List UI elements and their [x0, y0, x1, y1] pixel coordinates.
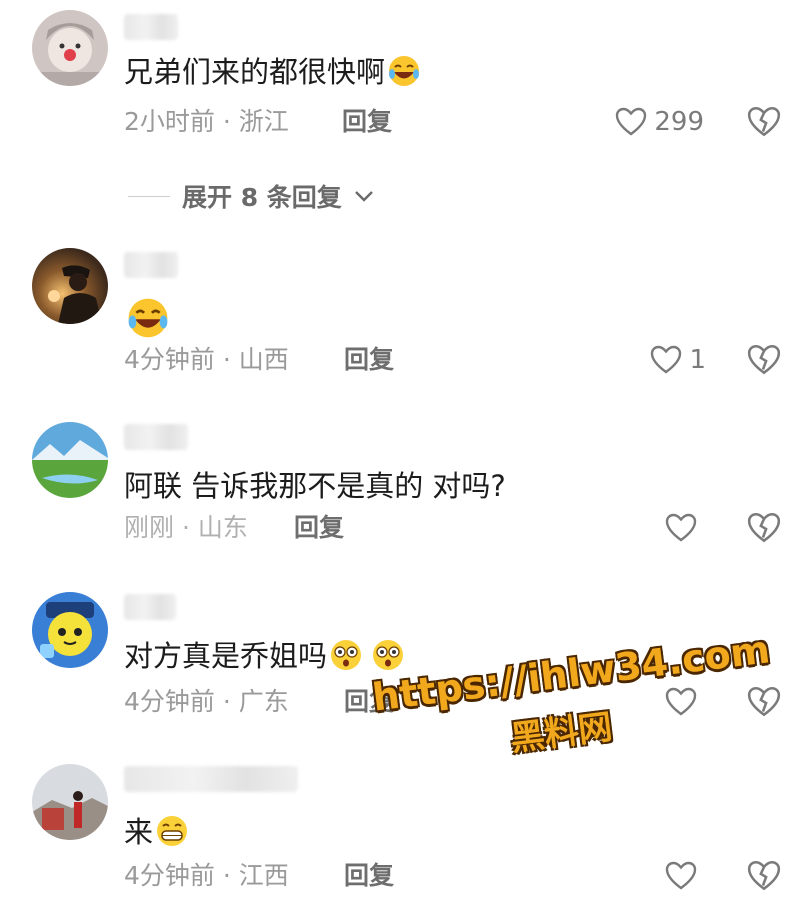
username-blurred[interactable] — [124, 594, 176, 620]
broken-heart-icon[interactable] — [746, 104, 782, 140]
broken-heart-icon[interactable] — [746, 342, 782, 378]
like-button[interactable]: 1 — [649, 342, 706, 378]
divider-line — [128, 195, 170, 197]
comment-meta: 4分钟前 · 广东 — [124, 687, 289, 716]
like-button[interactable] — [664, 858, 704, 894]
laughing-with-tears-emoji-icon — [128, 298, 168, 338]
reply-button[interactable]: 回复 — [344, 860, 394, 892]
username-blurred[interactable] — [124, 424, 188, 450]
avatar[interactable] — [32, 592, 108, 668]
watermark-name: 黑料网 — [508, 707, 615, 760]
heart-icon — [651, 345, 682, 374]
username-blurred[interactable] — [124, 766, 298, 792]
heart-icon — [665, 861, 697, 890]
comment-meta: 4分钟前 · 江西 — [124, 861, 289, 890]
username-blurred[interactable] — [124, 252, 178, 278]
broken-heart-icon[interactable] — [746, 510, 782, 546]
avatar[interactable] — [32, 248, 108, 324]
expand-replies-button[interactable]: 展开 8 条回复 — [128, 178, 374, 214]
heart-icon — [616, 107, 647, 136]
chevron-down-icon — [354, 191, 373, 202]
comment-meta: 2小时前 · 浙江 — [124, 107, 289, 136]
flushed-face-emoji-icon — [373, 640, 404, 670]
username-blurred[interactable] — [124, 14, 178, 40]
reply-button[interactable]: 回复 — [342, 106, 392, 138]
grinning-face-emoji-icon — [157, 816, 188, 846]
avatar[interactable] — [32, 764, 108, 840]
comment-text: 来 — [124, 812, 189, 852]
like-count: 299 — [654, 107, 704, 137]
comment-meta: 刚刚 · 山东 — [124, 513, 248, 542]
like-count: 1 — [689, 345, 706, 375]
heart-icon — [665, 513, 697, 542]
comment-text: 阿联 告诉我那不是真的 对吗? — [124, 469, 506, 503]
watermark: https://ihlw34.com 黑料网 — [370, 627, 772, 785]
reply-button[interactable]: 回复 — [294, 512, 344, 544]
like-button[interactable]: 299 — [614, 104, 704, 140]
avatar[interactable] — [32, 422, 108, 498]
broken-heart-icon[interactable] — [746, 858, 782, 894]
comment-text: 兄弟们来的都很快啊 — [124, 52, 421, 92]
like-button[interactable] — [664, 510, 704, 546]
comment-text: 对方真是乔姐吗 — [124, 636, 405, 676]
avatar[interactable] — [32, 10, 108, 86]
comment-meta: 4分钟前 · 山西 — [124, 345, 289, 374]
reply-button[interactable]: 回复 — [344, 344, 394, 376]
broken-heart-icon[interactable] — [746, 684, 782, 720]
flushed-face-emoji-icon — [331, 640, 362, 670]
laughing-with-tears-emoji-icon — [389, 56, 420, 86]
